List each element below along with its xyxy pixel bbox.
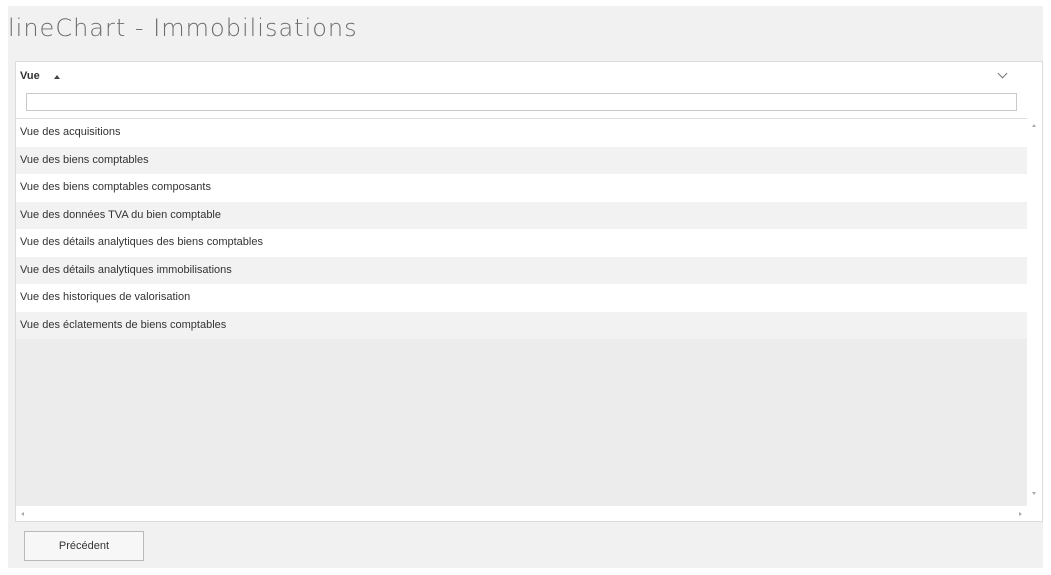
chevron-down-icon[interactable] [997, 68, 1008, 79]
horizontal-scrollbar[interactable] [16, 506, 1027, 521]
scroll-up-icon[interactable] [1032, 124, 1036, 127]
table-row[interactable]: Vue des données TVA du bien comptable [16, 201, 1027, 229]
scroll-left-icon[interactable] [21, 512, 24, 516]
vertical-scrollbar[interactable] [1027, 118, 1042, 505]
table-row[interactable]: Vue des historiques de valorisation [16, 284, 1027, 312]
table-row[interactable]: Vue des éclatements de biens comptables [16, 311, 1027, 339]
sort-ascending-icon[interactable] [54, 75, 60, 79]
scroll-right-icon[interactable] [1019, 512, 1022, 516]
previous-button[interactable]: Précédent [24, 531, 144, 561]
grid-body: Vue des acquisitions Vue des biens compta… [16, 118, 1027, 506]
table-row[interactable]: Vue des biens comptables composants [16, 174, 1027, 202]
table-row[interactable]: Vue des détails analytiques des biens co… [16, 229, 1027, 257]
data-grid: Vue Vue des acquisitions Vue des biens co… [15, 61, 1043, 522]
grid-header: Vue [16, 62, 1042, 90]
page-title: lineChart - Immobilisations [8, 14, 358, 42]
scrollbar-corner [1027, 506, 1042, 521]
table-row[interactable]: Vue des détails analytiques immobilisati… [16, 256, 1027, 284]
table-row[interactable]: Vue des biens comptables [16, 146, 1027, 174]
scroll-down-icon[interactable] [1032, 492, 1036, 495]
column-filter-input[interactable] [26, 93, 1017, 111]
table-row[interactable]: Vue des acquisitions [16, 119, 1027, 147]
column-header-vue[interactable]: Vue [20, 70, 40, 82]
